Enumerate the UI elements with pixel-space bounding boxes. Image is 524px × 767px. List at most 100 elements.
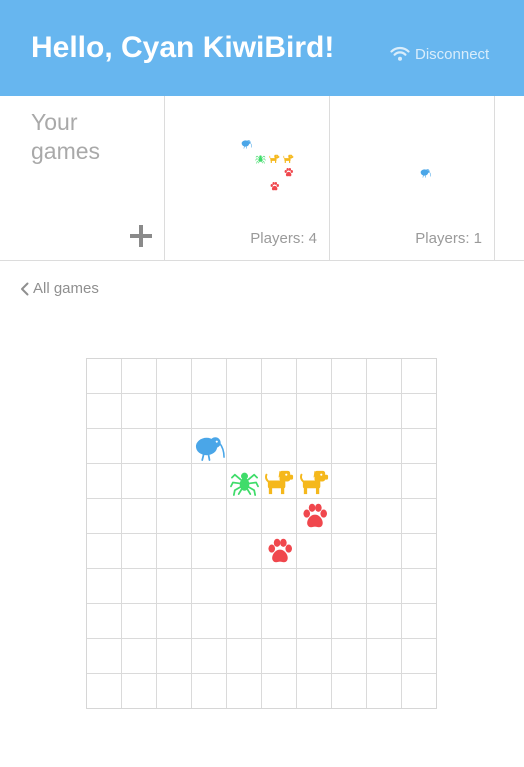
all-games-link[interactable]: All games [20,280,99,297]
board-cell[interactable] [262,674,297,709]
board-cell[interactable] [122,464,157,499]
board-cell[interactable] [262,394,297,429]
board-cell[interactable] [87,464,122,499]
board-cell[interactable] [157,534,192,569]
board-cell[interactable] [262,604,297,639]
board-cell[interactable] [262,534,297,569]
board-cell[interactable] [122,429,157,464]
board-cell[interactable] [332,534,367,569]
board-cell[interactable] [157,429,192,464]
board-cell[interactable] [227,639,262,674]
board-cell[interactable] [157,499,192,534]
board-cell[interactable] [262,499,297,534]
board-cell[interactable] [367,394,402,429]
board-cell[interactable] [367,464,402,499]
board-cell[interactable] [157,604,192,639]
board-cell[interactable] [122,534,157,569]
board-cell[interactable] [192,429,227,464]
board-cell[interactable] [402,429,437,464]
board-cell[interactable] [332,674,367,709]
board-cell[interactable] [332,569,367,604]
board-cell[interactable] [402,604,437,639]
board-cell[interactable] [157,394,192,429]
board-cell[interactable] [332,499,367,534]
board-cell[interactable] [367,534,402,569]
board-cell[interactable] [367,359,402,394]
board-cell[interactable] [367,604,402,639]
board-cell[interactable] [297,359,332,394]
board-cell[interactable] [297,534,332,569]
board-cell[interactable] [297,464,332,499]
board-cell[interactable] [157,569,192,604]
board-cell[interactable] [192,499,227,534]
board-cell[interactable] [192,639,227,674]
board-cell[interactable] [227,464,262,499]
board-cell[interactable] [122,639,157,674]
board-cell[interactable] [262,464,297,499]
board-cell[interactable] [402,569,437,604]
board-cell[interactable] [402,639,437,674]
board-cell[interactable] [227,359,262,394]
board-cell[interactable] [367,639,402,674]
board-cell[interactable] [192,464,227,499]
board-cell[interactable] [87,569,122,604]
board-cell[interactable] [227,499,262,534]
board-cell[interactable] [402,534,437,569]
board-cell[interactable] [297,429,332,464]
board-cell[interactable] [367,569,402,604]
board-cell[interactable] [297,394,332,429]
board-cell[interactable] [122,394,157,429]
board-cell[interactable] [192,604,227,639]
board-cell[interactable] [87,674,122,709]
board-cell[interactable] [332,429,367,464]
board-cell[interactable] [192,674,227,709]
board-cell[interactable] [87,534,122,569]
board-cell[interactable] [192,359,227,394]
board-cell[interactable] [332,359,367,394]
board-cell[interactable] [367,429,402,464]
board-cell[interactable] [122,674,157,709]
board-cell[interactable] [332,604,367,639]
board-cell[interactable] [367,674,402,709]
board-cell[interactable] [402,499,437,534]
board-cell[interactable] [87,359,122,394]
board-cell[interactable] [122,604,157,639]
board-cell[interactable] [402,464,437,499]
board-cell[interactable] [157,674,192,709]
disconnect-button[interactable]: Disconnect [390,43,489,65]
board-cell[interactable] [297,569,332,604]
board-cell[interactable] [227,604,262,639]
board-cell[interactable] [297,639,332,674]
board-cell[interactable] [402,674,437,709]
board-cell[interactable] [157,359,192,394]
board-cell[interactable] [227,534,262,569]
board-cell[interactable] [332,394,367,429]
board-cell[interactable] [157,464,192,499]
board-cell[interactable] [297,674,332,709]
board-cell[interactable] [227,674,262,709]
board-cell[interactable] [262,569,297,604]
board-cell[interactable] [87,394,122,429]
board-cell[interactable] [402,359,437,394]
board-cell[interactable] [262,429,297,464]
board-cell[interactable] [87,499,122,534]
board-cell[interactable] [367,499,402,534]
board-cell[interactable] [192,534,227,569]
board-cell[interactable] [122,569,157,604]
board-cell[interactable] [332,464,367,499]
board-cell[interactable] [87,604,122,639]
board-cell[interactable] [297,499,332,534]
board-cell[interactable] [122,499,157,534]
board-cell[interactable] [227,394,262,429]
board-cell[interactable] [157,639,192,674]
board-cell[interactable] [87,429,122,464]
board-cell[interactable] [297,604,332,639]
game-card-2[interactable]: Players: 1 [330,96,495,260]
board-cell[interactable] [332,639,367,674]
board-cell[interactable] [192,569,227,604]
board-cell[interactable] [192,394,227,429]
board-cell[interactable] [87,639,122,674]
game-card-1[interactable]: Players: 4 [165,96,330,260]
board-cell[interactable] [402,394,437,429]
board-cell[interactable] [262,639,297,674]
